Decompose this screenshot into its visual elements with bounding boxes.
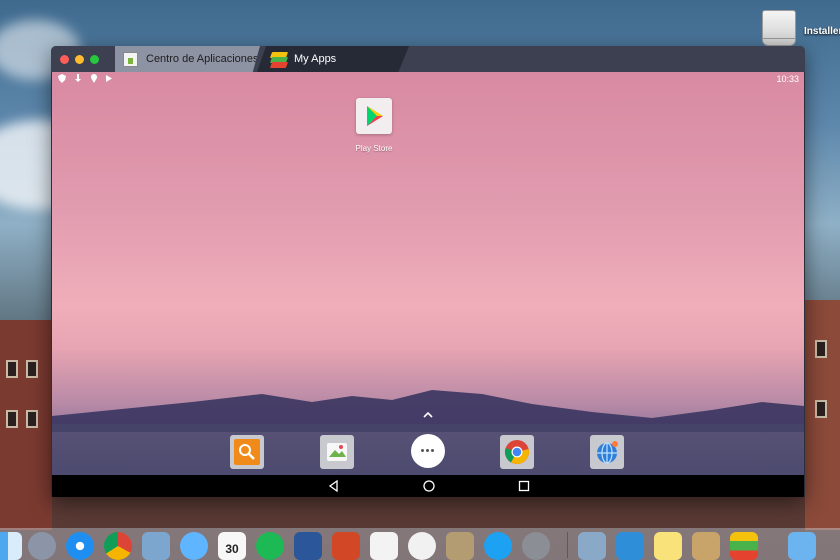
- calendar-icon[interactable]: 30: [218, 532, 246, 560]
- home-icon[interactable]: [422, 479, 436, 493]
- bluestacks-icon[interactable]: [730, 532, 758, 560]
- notes-icon[interactable]: [654, 532, 682, 560]
- image-capture-icon[interactable]: [578, 532, 606, 560]
- drive-label: Installer: [804, 26, 840, 37]
- building: [52, 497, 805, 528]
- slack-icon[interactable]: [408, 532, 436, 560]
- messages-icon[interactable]: [180, 532, 208, 560]
- chevron-up-icon[interactable]: [418, 410, 438, 422]
- play-store-label: Play Store: [355, 144, 393, 153]
- gallery-app-icon[interactable]: [320, 435, 354, 469]
- tab-app-center[interactable]: Centro de Aplicaciones: [115, 46, 260, 72]
- launchpad-icon[interactable]: [28, 532, 56, 560]
- drive-icon: [762, 10, 796, 46]
- bluestacks-icon: [269, 51, 289, 68]
- chrome-icon[interactable]: [500, 435, 534, 469]
- emulator-window: Centro de Aplicaciones My Apps 10:33 Pla…: [51, 46, 805, 497]
- mac-dock: 30: [0, 528, 840, 560]
- folder-icon[interactable]: [788, 532, 816, 560]
- zoom-window-button[interactable]: [90, 55, 99, 64]
- chrome-icon[interactable]: [104, 532, 132, 560]
- play-store-logo: [367, 106, 383, 126]
- twitter-icon[interactable]: [484, 532, 512, 560]
- play-store-icon[interactable]: [356, 98, 392, 134]
- tab-my-apps[interactable]: My Apps: [257, 46, 409, 72]
- calendar-day: 30: [225, 542, 239, 556]
- tab-label: My Apps: [294, 53, 337, 65]
- shield-icon: [58, 74, 66, 85]
- spotify-icon[interactable]: [256, 532, 284, 560]
- desktop-drive-icon[interactable]: Installer: [760, 10, 840, 46]
- box-icon[interactable]: [692, 532, 720, 560]
- browser-globe-icon[interactable]: [590, 435, 624, 469]
- play-protect-icon: [105, 74, 113, 85]
- markdown-icon[interactable]: [616, 532, 644, 560]
- app-center-icon: [123, 51, 138, 67]
- back-icon[interactable]: [327, 479, 341, 493]
- powerpoint-icon[interactable]: [332, 532, 360, 560]
- archive-icon[interactable]: [446, 532, 474, 560]
- building: [0, 320, 52, 530]
- close-window-button[interactable]: [60, 55, 69, 64]
- android-screen: 10:33 Play Store: [52, 72, 804, 497]
- ia-writer-icon[interactable]: [370, 532, 398, 560]
- android-dock: [52, 424, 804, 475]
- title-bar: Centro de Aplicaciones My Apps: [51, 46, 805, 72]
- tab-label: Centro de Aplicaciones: [146, 53, 259, 65]
- finder-icon[interactable]: [0, 532, 22, 560]
- system-preferences-icon[interactable]: [522, 532, 550, 560]
- status-bar: 10:33: [52, 72, 804, 86]
- location-icon: [90, 74, 98, 85]
- safari-icon[interactable]: [66, 532, 94, 560]
- preview-icon[interactable]: [142, 532, 170, 560]
- minimize-window-button[interactable]: [75, 55, 84, 64]
- download-icon: [74, 74, 82, 85]
- dock-separator: [567, 532, 568, 558]
- status-time: 10:33: [776, 74, 799, 84]
- building: [805, 300, 840, 530]
- app-drawer-icon[interactable]: [411, 434, 445, 468]
- recents-icon[interactable]: [517, 479, 531, 493]
- android-nav-bar: [52, 475, 804, 497]
- word-icon[interactable]: [294, 532, 322, 560]
- search-app-icon[interactable]: [230, 435, 264, 469]
